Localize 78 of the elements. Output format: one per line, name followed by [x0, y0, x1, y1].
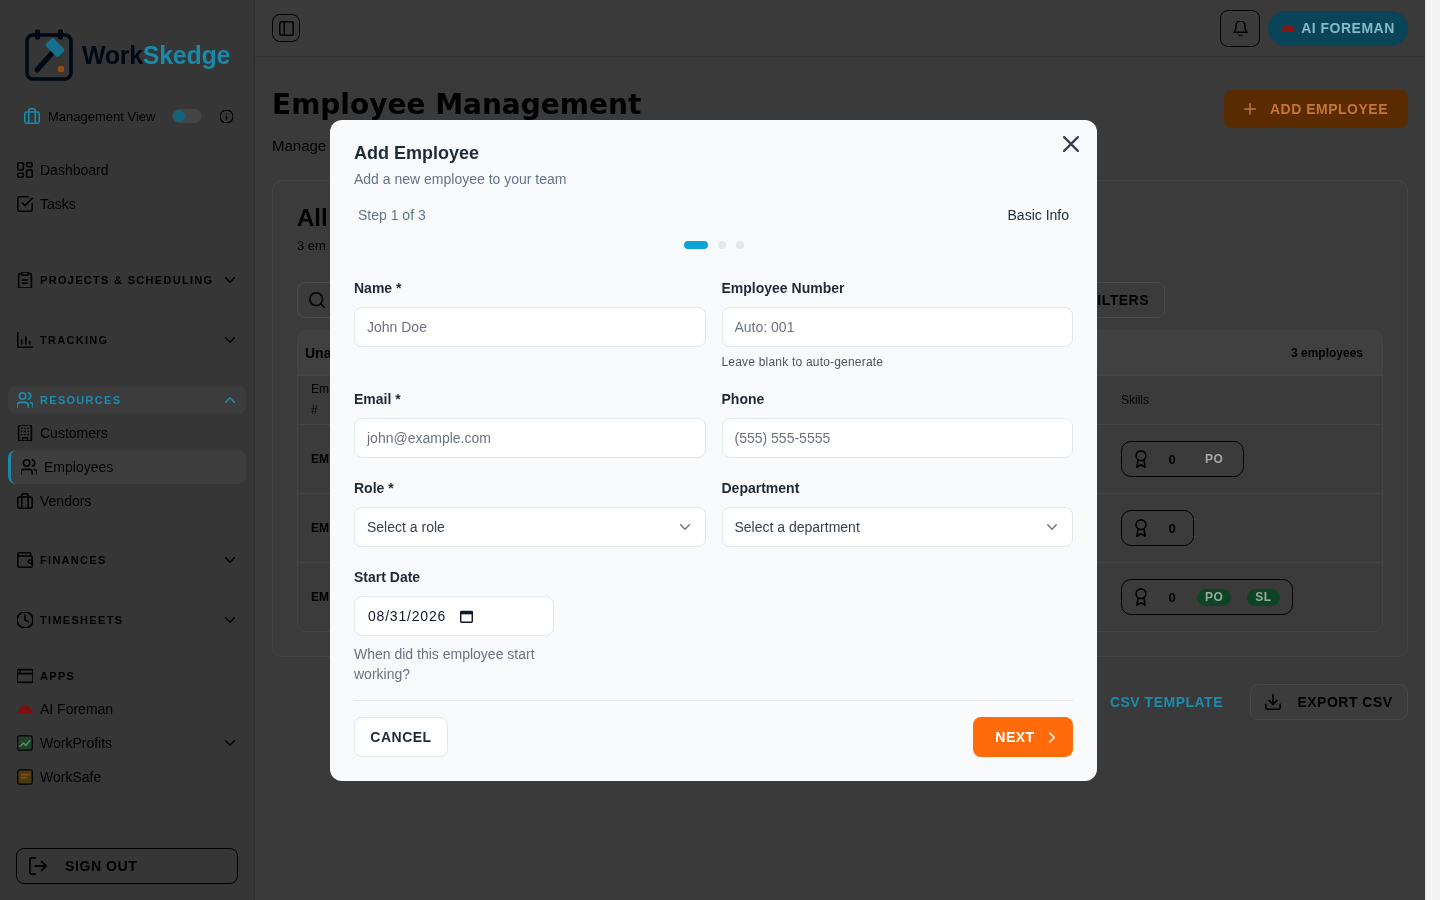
users-icon	[17, 392, 33, 408]
nav-section-header[interactable]: RESOURCES	[8, 386, 246, 414]
chevron-down-icon	[1047, 524, 1057, 530]
award-icon	[1135, 450, 1147, 468]
field-hint: When did this employee start working?	[354, 645, 536, 684]
chevron-down-icon	[679, 524, 690, 530]
info-icon[interactable]	[220, 109, 233, 123]
column-header: Em #	[311, 381, 329, 419]
scrollbar-track[interactable]	[1425, 0, 1440, 900]
table-cell: EM	[311, 452, 329, 466]
card-title: All	[297, 203, 328, 233]
field-label: Phone	[721, 390, 765, 409]
text-input-field[interactable]: Auto: 001	[721, 307, 1073, 347]
building-icon	[17, 425, 33, 441]
close-icon	[1063, 136, 1079, 152]
dialog-title: Add Employee	[354, 142, 480, 164]
dialog-subtitle: Add a new employee to your team	[354, 170, 567, 189]
calendar-icon	[460, 609, 474, 623]
sidebar-toggle-button[interactable]	[272, 14, 300, 42]
briefcase-icon	[17, 493, 33, 509]
cancel-button[interactable]: CANCEL	[354, 717, 448, 757]
dropdown-select[interactable]: Select a role	[354, 507, 706, 547]
export-csv-button[interactable]: EXPORT CSV	[1250, 684, 1408, 720]
step-name: Basic Info	[1007, 206, 1069, 225]
field-label: Role *	[354, 479, 394, 498]
search-icon	[309, 292, 325, 308]
card-subtitle: 3 em	[297, 237, 326, 255]
table-cell: EM	[311, 590, 329, 604]
notifications-button[interactable]	[1220, 9, 1260, 47]
users-icon	[21, 459, 37, 475]
hard-hat-icon	[1281, 23, 1296, 33]
skill-tag: PO	[1197, 588, 1232, 606]
clock-icon	[17, 612, 33, 628]
page-title: Employee Management	[272, 87, 642, 123]
page-subtitle: Manage	[272, 136, 327, 156]
text-input-field[interactable]: (555) 555-5555	[721, 418, 1073, 458]
app-window-icon	[17, 668, 33, 684]
field-label: Email *	[354, 390, 401, 409]
next-button[interactable]: NEXT	[973, 717, 1073, 757]
csv-template-link[interactable]: CSV TEMPLATE	[1109, 694, 1223, 710]
skill-tag: SL	[1247, 588, 1280, 606]
field-hint: Leave blank to auto-generate	[721, 355, 884, 369]
ai-foreman-button[interactable]: AI FOREMAN	[1268, 10, 1408, 46]
nav-item[interactable]: Employees	[8, 450, 246, 484]
skill-count: 0	[1167, 589, 1177, 605]
briefcase-icon	[24, 108, 40, 124]
bar-chart-icon	[17, 332, 33, 348]
field-label: Name *	[354, 279, 402, 298]
text-input-field[interactable]: john@example.com	[354, 418, 706, 458]
skill-count: 0	[1167, 451, 1177, 467]
grid-icon	[17, 162, 33, 178]
bell-icon	[1232, 20, 1248, 36]
chart-tile-icon	[17, 735, 33, 751]
check-square-icon	[17, 196, 33, 212]
view-toggle[interactable]	[172, 109, 202, 123]
date-field[interactable]: 08/31/2026	[354, 596, 554, 636]
column-header: Skills	[1121, 391, 1149, 409]
table-cell: EM	[311, 521, 329, 535]
chevron-right-icon	[1048, 731, 1055, 743]
text-input-field[interactable]: John Doe	[354, 307, 706, 347]
award-icon	[1135, 588, 1147, 606]
field-label: Department	[721, 479, 800, 498]
employee-count: 3 employees	[1290, 346, 1363, 360]
wallet-icon	[17, 552, 33, 568]
dropdown-select[interactable]: Select a department	[721, 507, 1073, 547]
download-icon	[1265, 694, 1282, 710]
field-label: Employee Number	[721, 279, 845, 298]
plus-icon	[1244, 103, 1256, 115]
skill-count: 0	[1167, 520, 1177, 536]
calendar-hammer-icon	[24, 28, 74, 82]
panel-left-icon	[278, 20, 294, 36]
add-employee-button[interactable]: ADD EMPLOYEE	[1224, 90, 1408, 128]
award-icon	[1135, 519, 1147, 537]
field-label: Start Date	[354, 568, 421, 587]
clipboard-icon	[17, 272, 33, 288]
step-counter: Step 1 of 3	[358, 206, 426, 225]
app-tile-icon	[17, 769, 33, 785]
logout-icon	[29, 857, 47, 875]
